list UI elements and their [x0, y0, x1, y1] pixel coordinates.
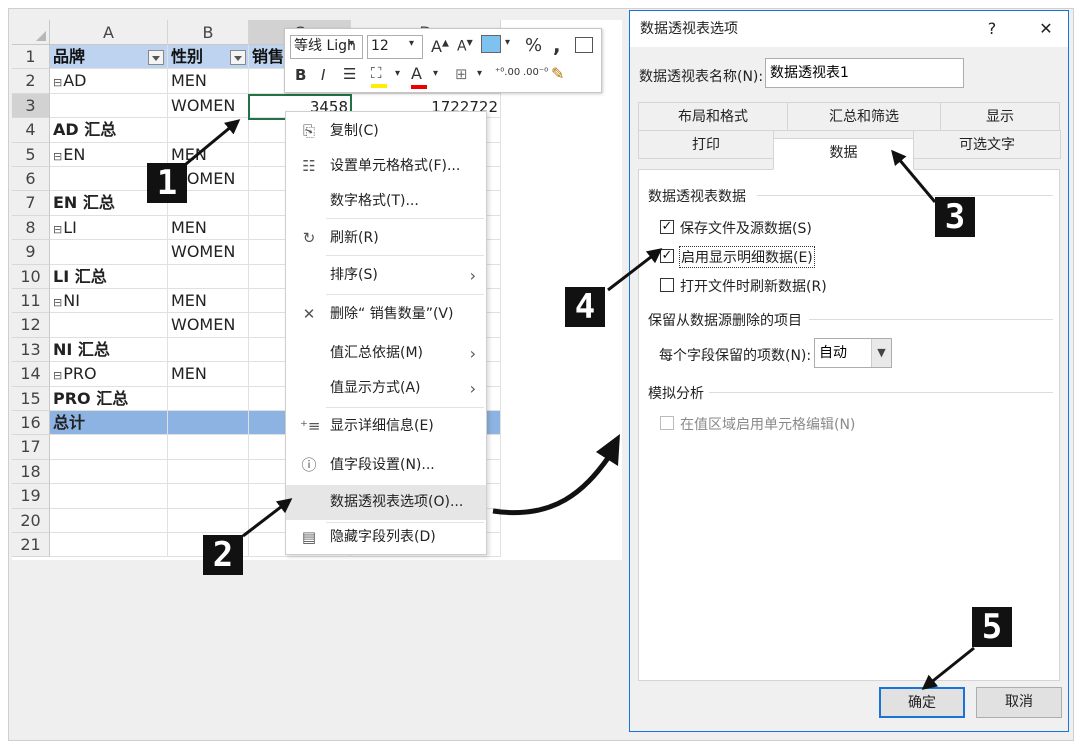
arrow-4	[607, 248, 663, 292]
annotation-arrows	[185, 119, 975, 690]
arrow-5	[921, 646, 975, 690]
callout-1: 1	[147, 163, 187, 203]
arrow-1	[185, 119, 241, 166]
callout-4: 4	[565, 287, 605, 327]
callout-2: 2	[203, 535, 243, 575]
screenshot-stage: A B C D 12345678910111213141516171819202…	[0, 0, 1080, 747]
arrow-curve	[492, 456, 611, 516]
arrow-2	[242, 498, 293, 538]
callout-3: 3	[935, 197, 975, 237]
arrow-3	[891, 149, 937, 203]
callout-5: 5	[972, 607, 1012, 647]
